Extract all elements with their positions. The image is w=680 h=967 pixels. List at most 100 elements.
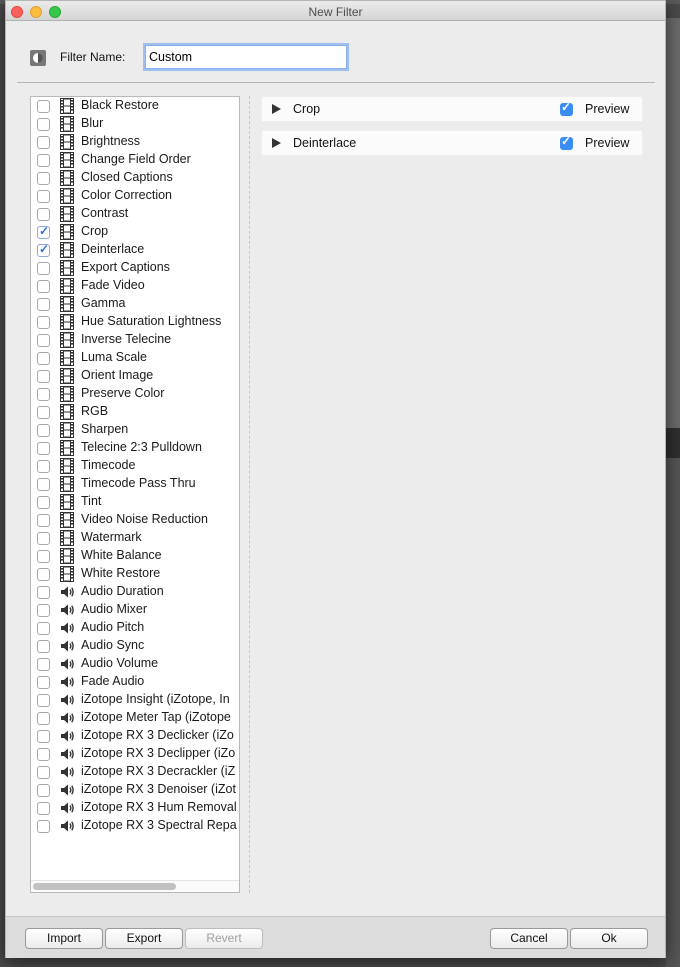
filter-checkbox[interactable] xyxy=(37,802,50,815)
filter-checkbox[interactable] xyxy=(37,190,50,203)
filter-checkbox[interactable] xyxy=(37,280,50,293)
filter-checkbox[interactable] xyxy=(37,442,50,455)
list-item[interactable]: Hue Saturation Lightness xyxy=(31,313,239,331)
list-item[interactable]: Telecine 2:3 Pulldown xyxy=(31,439,239,457)
filter-checkbox[interactable] xyxy=(37,154,50,167)
list-item[interactable]: iZotope RX 3 Denoiser (iZot xyxy=(31,781,239,799)
preview-checkbox[interactable] xyxy=(560,100,573,116)
list-item[interactable]: White Restore xyxy=(31,565,239,583)
filter-checkbox[interactable] xyxy=(37,640,50,653)
list-item[interactable]: Crop xyxy=(31,223,239,241)
filter-checkbox[interactable] xyxy=(37,604,50,617)
filter-checkbox[interactable] xyxy=(37,334,50,347)
filter-checkbox[interactable] xyxy=(37,242,50,257)
list-item[interactable]: RGB xyxy=(31,403,239,421)
filter-checkbox[interactable] xyxy=(37,748,50,761)
list-item[interactable]: Video Noise Reduction xyxy=(31,511,239,529)
filter-checkbox[interactable] xyxy=(37,550,50,563)
list-item[interactable]: White Balance xyxy=(31,547,239,565)
filter-checkbox[interactable] xyxy=(37,406,50,419)
list-item[interactable]: Closed Captions xyxy=(31,169,239,187)
list-item[interactable]: Audio Sync xyxy=(31,637,239,655)
list-item[interactable]: Change Field Order xyxy=(31,151,239,169)
list-item[interactable]: iZotope RX 3 Hum Removal xyxy=(31,799,239,817)
filter-checkbox[interactable] xyxy=(37,532,50,545)
list-item[interactable]: Audio Pitch xyxy=(31,619,239,637)
list-item[interactable]: Fade Audio xyxy=(31,673,239,691)
filter-checkbox[interactable] xyxy=(37,766,50,779)
filter-checkbox[interactable] xyxy=(37,118,50,131)
filter-checkbox[interactable] xyxy=(37,370,50,383)
filter-checkbox[interactable] xyxy=(37,676,50,689)
horizontal-scrollbar[interactable] xyxy=(31,880,239,891)
list-item[interactable]: Timecode xyxy=(31,457,239,475)
filter-checkbox[interactable] xyxy=(37,208,50,221)
disclosure-triangle-icon[interactable] xyxy=(272,104,281,114)
list-item[interactable]: Blur xyxy=(31,115,239,133)
scrollbar-thumb[interactable] xyxy=(33,883,176,890)
list-item[interactable]: iZotope Meter Tap (iZotope xyxy=(31,709,239,727)
filter-checkbox[interactable] xyxy=(37,784,50,797)
list-item[interactable]: Audio Mixer xyxy=(31,601,239,619)
filter-checkbox[interactable] xyxy=(37,820,50,833)
filter-checkbox[interactable] xyxy=(37,424,50,437)
filter-checkbox[interactable] xyxy=(37,460,50,473)
filter-checkbox[interactable] xyxy=(37,352,50,365)
active-filter-deinterlace[interactable]: Deinterlace Preview xyxy=(261,130,643,156)
list-item[interactable]: Export Captions xyxy=(31,259,239,277)
list-item[interactable]: Deinterlace xyxy=(31,241,239,259)
list-item[interactable]: Orient Image xyxy=(31,367,239,385)
list-item[interactable]: Contrast xyxy=(31,205,239,223)
filter-checkbox[interactable] xyxy=(37,262,50,275)
list-item[interactable]: Sharpen xyxy=(31,421,239,439)
list-item[interactable]: Preserve Color xyxy=(31,385,239,403)
filter-checkbox[interactable] xyxy=(37,712,50,725)
list-item[interactable]: Black Restore xyxy=(31,97,239,115)
filter-list[interactable]: Black Restore Blur Brightness Change Field … xyxy=(30,96,240,893)
filter-checkbox[interactable] xyxy=(37,136,50,149)
film-icon xyxy=(59,296,75,312)
filter-checkbox[interactable] xyxy=(37,568,50,581)
revert-button[interactable]: Revert xyxy=(185,928,263,949)
list-item[interactable]: Luma Scale xyxy=(31,349,239,367)
list-item[interactable]: iZotope RX 3 Declicker (iZo xyxy=(31,727,239,745)
filter-checkbox[interactable] xyxy=(37,478,50,491)
filter-checkbox[interactable] xyxy=(37,172,50,185)
filter-checkbox[interactable] xyxy=(37,658,50,671)
list-item[interactable]: iZotope RX 3 Decrackler (iZ xyxy=(31,763,239,781)
filter-checkbox[interactable] xyxy=(37,298,50,311)
list-item[interactable]: iZotope Insight (iZotope, In xyxy=(31,691,239,709)
export-button[interactable]: Export xyxy=(105,928,183,949)
filter-checkbox[interactable] xyxy=(37,388,50,401)
filter-checkbox[interactable] xyxy=(37,586,50,599)
filter-checkbox[interactable] xyxy=(37,694,50,707)
cancel-button[interactable]: Cancel xyxy=(490,928,568,949)
active-filter-crop[interactable]: Crop Preview xyxy=(261,96,643,122)
filter-name-input[interactable] xyxy=(145,45,347,69)
list-item[interactable]: Audio Volume xyxy=(31,655,239,673)
filter-checkbox[interactable] xyxy=(37,316,50,329)
filter-checkbox[interactable] xyxy=(37,730,50,743)
list-item[interactable]: Gamma xyxy=(31,295,239,313)
list-item[interactable]: Watermark xyxy=(31,529,239,547)
filter-checkbox[interactable] xyxy=(37,622,50,635)
filter-checkbox[interactable] xyxy=(37,496,50,509)
filter-checkbox[interactable] xyxy=(37,100,50,113)
list-item[interactable]: Audio Duration xyxy=(31,583,239,601)
ok-button[interactable]: Ok xyxy=(570,928,648,949)
list-item[interactable]: Brightness xyxy=(31,133,239,151)
import-button[interactable]: Import xyxy=(25,928,103,949)
filter-checkbox[interactable] xyxy=(37,224,50,239)
list-item[interactable]: iZotope RX 3 Declipper (iZo xyxy=(31,745,239,763)
list-item-label: Audio Mixer xyxy=(81,602,147,616)
list-item[interactable]: Timecode Pass Thru xyxy=(31,475,239,493)
list-item[interactable]: Inverse Telecine xyxy=(31,331,239,349)
disclosure-triangle-icon[interactable] xyxy=(272,138,281,148)
list-item[interactable]: Fade Video xyxy=(31,277,239,295)
filter-checkbox[interactable] xyxy=(37,514,50,527)
title-bar[interactable]: New Filter xyxy=(6,1,665,21)
list-item[interactable]: iZotope RX 3 Spectral Repa xyxy=(31,817,239,835)
preview-checkbox[interactable] xyxy=(560,134,573,150)
list-item[interactable]: Color Correction xyxy=(31,187,239,205)
list-item[interactable]: Tint xyxy=(31,493,239,511)
